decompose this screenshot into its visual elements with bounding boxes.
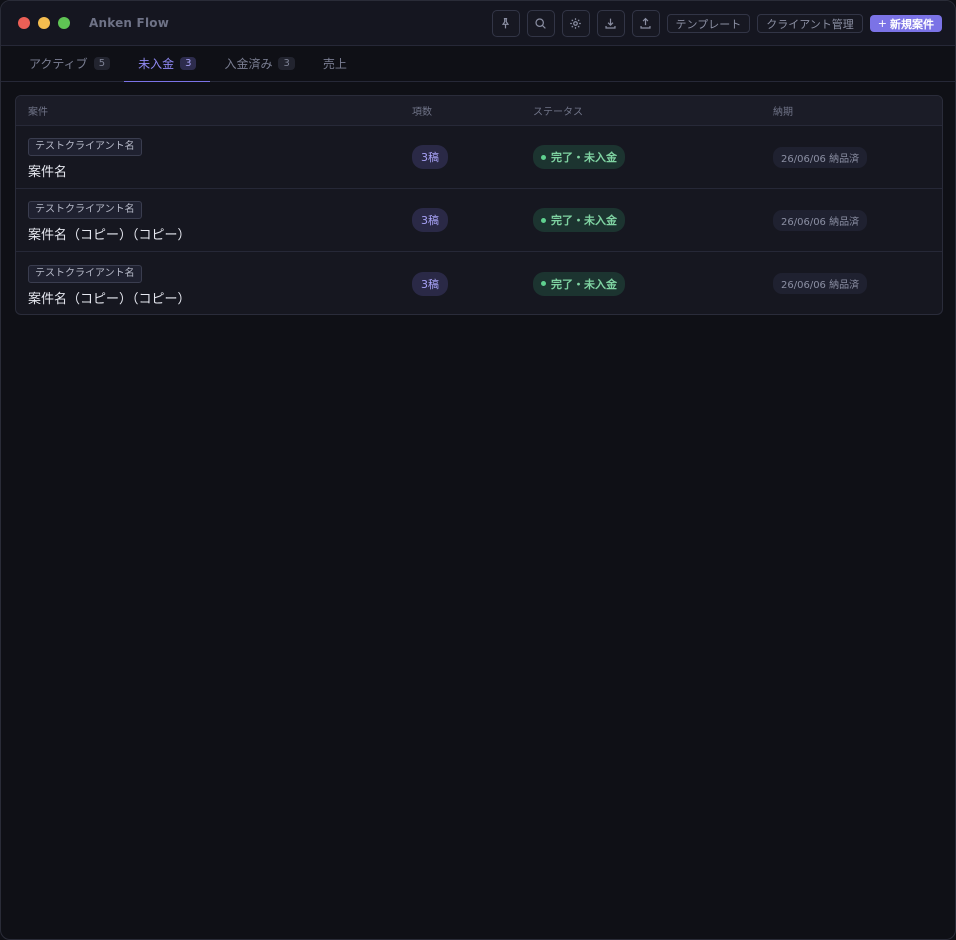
qty-cell: 3稿 (400, 145, 521, 169)
case-cell: テストクライアント名 案件名（コピー）（コピー） (16, 197, 400, 243)
tab-count: 3 (278, 57, 295, 70)
case-name[interactable]: 案件名 (28, 161, 400, 180)
tab-label: 売上 (322, 57, 347, 71)
gear-icon (570, 18, 581, 29)
status-cell: 完了・未入金 (521, 271, 761, 296)
status-label: 完了・未入金 (551, 214, 617, 228)
new-case-label: 新規案件 (890, 17, 934, 31)
tab-active[interactable]: アクティブ 5 (15, 46, 124, 81)
tab-count: 3 (180, 57, 197, 70)
status-cell: 完了・未入金 (521, 145, 761, 170)
table-row[interactable]: テストクライアント名 案件名（コピー）（コピー） 3稿 完了・未入金 26/06… (16, 189, 942, 252)
client-management-button[interactable]: クライアント管理 (757, 14, 863, 33)
status-dot-icon (541, 217, 546, 223)
due-cell: 26/06/06 納品済 (761, 273, 942, 294)
status-badge[interactable]: 完了・未入金 (533, 208, 625, 233)
tab-label: 入金済み (224, 57, 273, 71)
search-button[interactable] (526, 10, 555, 37)
search-icon (535, 18, 546, 29)
table-row[interactable]: テストクライアント名 案件名（コピー）（コピー） 3稿 完了・未入金 26/06… (16, 252, 942, 314)
template-button[interactable]: テンプレート (666, 14, 751, 33)
minimize-window-button[interactable] (38, 17, 50, 29)
table-row[interactable]: テストクライアント名 案件名 3稿 完了・未入金 26/06/06 納品済 (16, 126, 942, 189)
plus-icon: + (877, 17, 887, 30)
app-window: Anken Flow テンプレート クライアント管理 + 新規案件 アクティブ … (0, 0, 956, 940)
app-title: Anken Flow (89, 16, 169, 30)
status-label: 完了・未入金 (551, 151, 617, 165)
status-label: 完了・未入金 (551, 277, 617, 291)
upload-icon (640, 17, 651, 29)
tab-count: 5 (93, 57, 111, 70)
pin-button[interactable] (491, 10, 520, 37)
client-tag[interactable]: テストクライアント名 (28, 138, 142, 156)
case-name[interactable]: 案件名（コピー）（コピー） (28, 224, 400, 243)
due-badge: 26/06/06 納品済 (773, 273, 868, 294)
tab-paid[interactable]: 入金済み 3 (210, 46, 308, 81)
case-cell: テストクライアント名 案件名 (16, 134, 400, 180)
qty-cell: 3稿 (400, 271, 521, 296)
zoom-window-button[interactable] (58, 17, 70, 29)
header-qty: 項数 (412, 107, 432, 118)
client-tag[interactable]: テストクライアント名 (28, 264, 142, 283)
status-dot-icon (541, 154, 546, 160)
client-tag[interactable]: テストクライアント名 (28, 201, 142, 219)
qty-badge: 3稿 (412, 145, 448, 169)
tab-bar: アクティブ 5 未入金 3 入金済み 3 売上 (1, 46, 955, 82)
title-bar: Anken Flow テンプレート クライアント管理 + 新規案件 (1, 1, 955, 46)
header-due: 納期 (773, 107, 793, 118)
window-controls (18, 17, 70, 29)
due-badge: 26/06/06 納品済 (773, 209, 868, 231)
pin-icon (501, 18, 510, 29)
status-badge[interactable]: 完了・未入金 (533, 271, 625, 296)
due-badge: 26/06/06 納品済 (773, 146, 868, 168)
qty-cell: 3稿 (400, 208, 521, 232)
qty-badge: 3稿 (412, 208, 448, 232)
case-table: 案件 項数 ステータス 納期 テストクライアント名 案件名 3稿 完了・未入金 … (15, 95, 943, 315)
export-button[interactable] (631, 10, 660, 37)
case-name[interactable]: 案件名（コピー）（コピー） (28, 288, 400, 307)
tab-label: 未入金 (138, 57, 175, 71)
due-cell: 26/06/06 納品済 (761, 146, 942, 168)
status-cell: 完了・未入金 (521, 208, 761, 233)
status-badge[interactable]: 完了・未入金 (533, 145, 625, 170)
toolbar: テンプレート クライアント管理 + 新規案件 (491, 10, 942, 37)
table-header: 案件 項数 ステータス 納期 (16, 96, 942, 126)
tab-label: アクティブ (29, 57, 88, 71)
case-cell: テストクライアント名 案件名（コピー）（コピー） (16, 261, 400, 307)
tab-unpaid[interactable]: 未入金 3 (124, 46, 211, 82)
tab-sales[interactable]: 売上 (309, 46, 361, 81)
header-status: ステータス (533, 107, 583, 118)
qty-badge: 3稿 (412, 271, 448, 296)
status-dot-icon (541, 281, 546, 287)
import-button[interactable] (596, 10, 625, 37)
new-case-button[interactable]: + 新規案件 (869, 15, 942, 32)
download-icon (605, 18, 616, 29)
close-window-button[interactable] (18, 17, 30, 29)
header-case: 案件 (28, 107, 48, 118)
due-cell: 26/06/06 納品済 (761, 209, 942, 231)
settings-button[interactable] (561, 10, 590, 37)
